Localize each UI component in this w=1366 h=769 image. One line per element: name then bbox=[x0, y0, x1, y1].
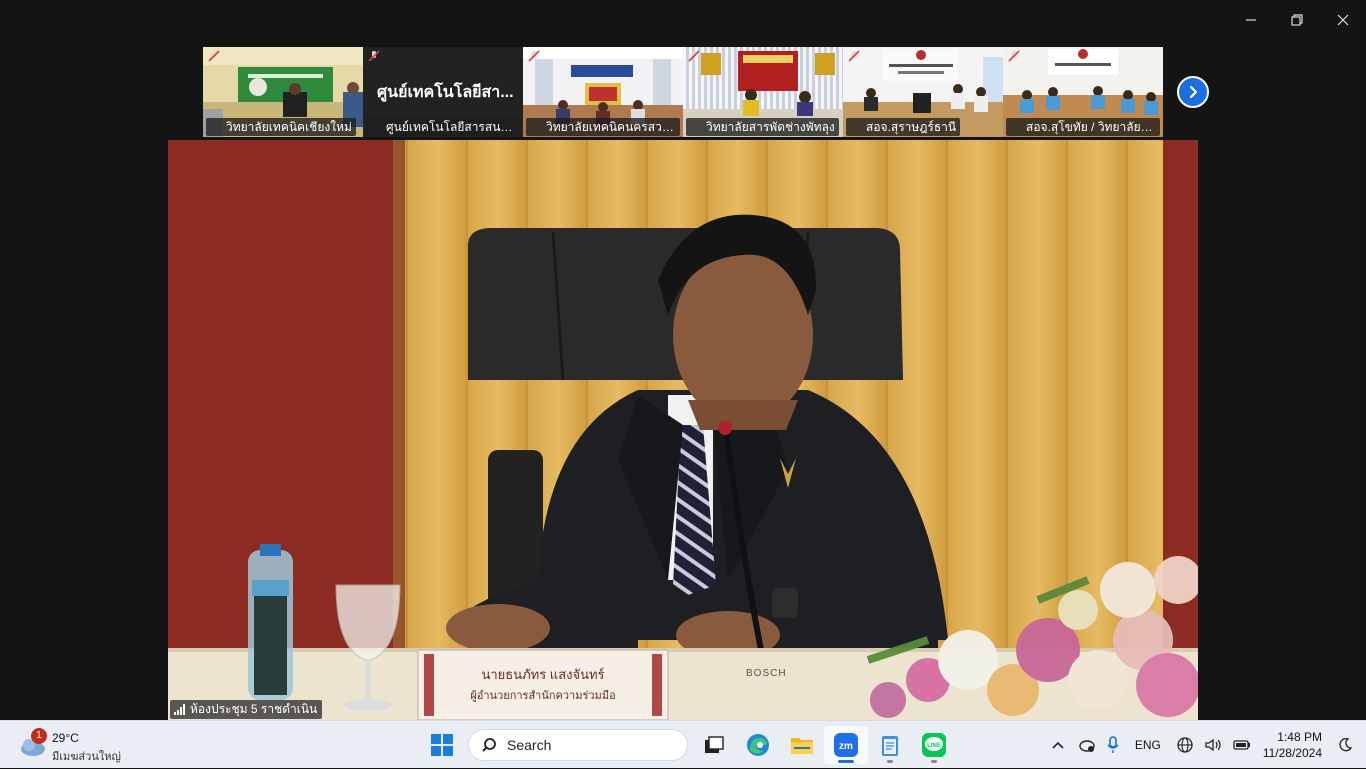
edge-browser-icon bbox=[747, 734, 769, 756]
close-button[interactable] bbox=[1320, 0, 1366, 40]
close-icon bbox=[1337, 14, 1349, 26]
zoom-meeting-window: วิทยาลัยเทคนิคเชียงใหม่ ศูนย์เทคโนโลยีสา… bbox=[0, 0, 1366, 720]
line-messenger-icon: LINE bbox=[922, 733, 946, 757]
chevron-up-icon bbox=[1052, 741, 1064, 749]
restore-icon bbox=[1291, 14, 1303, 26]
weather-description: มีเมฆส่วนใหญ่ bbox=[52, 751, 121, 763]
muted-mic-icon bbox=[1008, 50, 1020, 62]
room-name: ห้องประชุม 5 ราชดำเนิน bbox=[190, 702, 318, 716]
clock-button[interactable]: 1:48 PM 11/28/2024 bbox=[1257, 729, 1332, 761]
microphone-tray-button[interactable] bbox=[1101, 721, 1125, 769]
zoom-app[interactable]: zm bbox=[824, 726, 868, 764]
participant-name: สอจ.สุโขทัย / วิทยาลัยเท... bbox=[1006, 118, 1160, 136]
clock-time: 1:48 PM bbox=[1277, 730, 1322, 744]
battery-tray-button[interactable] bbox=[1227, 721, 1257, 769]
do-not-disturb-icon bbox=[1339, 738, 1352, 752]
battery-charging-icon bbox=[1233, 740, 1250, 750]
file-explorer-app[interactable] bbox=[780, 726, 824, 764]
task-view-button[interactable] bbox=[692, 726, 736, 764]
start-button[interactable] bbox=[420, 726, 464, 764]
windows-taskbar: 1 29°C มีเมฆส่วนใหญ่ Search zm LINE ENG … bbox=[0, 720, 1366, 768]
participant-gallery: วิทยาลัยเทคนิคเชียงใหม่ ศูนย์เทคโนโลยีสา… bbox=[203, 47, 1163, 137]
task-view-icon bbox=[705, 736, 724, 753]
svg-text:LINE: LINE bbox=[927, 743, 941, 749]
muted-mic-icon bbox=[208, 50, 220, 62]
globe-icon bbox=[1177, 737, 1193, 753]
taskbar-apps: Search zm LINE bbox=[420, 726, 956, 764]
notifications-button[interactable] bbox=[1332, 721, 1366, 769]
weather-temperature: 29°C bbox=[52, 731, 79, 745]
participant-tile[interactable]: วิทยาลัยเทคนิคนครสวรร... bbox=[523, 47, 683, 137]
onedrive-tray-button[interactable] bbox=[1071, 721, 1101, 769]
muted-mic-icon bbox=[528, 50, 540, 62]
nameplate-title: ผู้อำนวยการสำนักความร่วมมือ bbox=[470, 690, 616, 702]
line-app[interactable]: LINE bbox=[912, 726, 956, 764]
active-indicator bbox=[838, 760, 854, 763]
edge-app[interactable] bbox=[736, 726, 780, 764]
svg-text:zm: zm bbox=[839, 741, 853, 752]
participant-name: วิทยาลัยเทคนิคเชียงใหม่ bbox=[206, 118, 356, 136]
search-label: Search bbox=[507, 737, 552, 753]
cloud-sync-icon bbox=[1079, 740, 1095, 752]
participant-tile[interactable]: สอจ.สุราษฎร์ธานี bbox=[843, 47, 1003, 137]
volume-tray-button[interactable] bbox=[1199, 721, 1227, 769]
minimize-button[interactable] bbox=[1228, 0, 1274, 40]
windows-logo-icon bbox=[431, 734, 453, 756]
room-name-label: ห้องประชุม 5 ราชดำเนิน bbox=[170, 700, 323, 719]
input-language-button[interactable]: ENG bbox=[1125, 721, 1171, 769]
microphone-icon bbox=[1107, 736, 1119, 753]
show-hidden-icons-button[interactable] bbox=[1045, 721, 1071, 769]
participant-name: ศูนย์เทคโนโลยีสารสนเทศแ... bbox=[366, 118, 520, 136]
notepad-app[interactable] bbox=[868, 726, 912, 764]
weather-widget[interactable]: 1 29°C มีเมฆส่วนใหญ่ bbox=[18, 728, 138, 763]
muted-mic-icon bbox=[688, 50, 700, 62]
window-controls bbox=[1228, 0, 1366, 40]
weather-badge: 1 bbox=[31, 728, 47, 744]
participant-name: สอจ.สุราษฎร์ธานี bbox=[846, 118, 961, 136]
participant-tile[interactable]: ศูนย์เทคโนโลยีสา... ศูนย์เทคโนโลยีสารสนเ… bbox=[363, 47, 523, 137]
speaker-icon bbox=[1205, 738, 1221, 752]
running-indicator bbox=[887, 760, 893, 763]
minimize-icon bbox=[1246, 19, 1256, 21]
network-tray-button[interactable] bbox=[1171, 721, 1199, 769]
gallery-next-button[interactable] bbox=[1177, 76, 1209, 108]
taskbar-search[interactable]: Search bbox=[468, 729, 688, 761]
speaker-scene bbox=[168, 140, 1198, 720]
participant-tile[interactable]: วิทยาลัยสารพัดช่างพัทลุง bbox=[683, 47, 843, 137]
participant-tile[interactable]: สอจ.สุโขทัย / วิทยาลัยเท... bbox=[1003, 47, 1163, 137]
mic-brand-label: BOSCH bbox=[746, 668, 787, 679]
participant-name: วิทยาลัยเทคนิคนครสวรร... bbox=[526, 118, 680, 136]
participant-display-name: ศูนย์เทคโนโลยีสา... bbox=[377, 84, 514, 101]
chevron-right-icon bbox=[1189, 85, 1198, 99]
zoom-icon: zm bbox=[834, 733, 858, 757]
muted-mic-icon bbox=[368, 50, 380, 62]
system-tray: ENG 1:48 PM 11/28/2024 bbox=[1045, 721, 1366, 769]
muted-mic-icon bbox=[848, 50, 860, 62]
participant-tile[interactable]: วิทยาลัยเทคนิคเชียงใหม่ bbox=[203, 47, 363, 137]
active-speaker-video: นายธนภัทร แสงจันทร์ ผู้อำนวยการสำนักความ… bbox=[168, 140, 1198, 720]
search-icon bbox=[482, 738, 496, 752]
clock-date: 11/28/2024 bbox=[1262, 746, 1322, 760]
restore-button[interactable] bbox=[1274, 0, 1320, 40]
participant-name: วิทยาลัยสารพัดช่างพัทลุง bbox=[686, 118, 839, 136]
signal-bars-icon bbox=[174, 704, 185, 715]
running-indicator bbox=[931, 760, 937, 763]
nameplate-name: นายธนภัทร แสงจันทร์ bbox=[481, 667, 605, 682]
notepad-icon bbox=[882, 736, 898, 756]
folder-icon bbox=[791, 738, 813, 754]
